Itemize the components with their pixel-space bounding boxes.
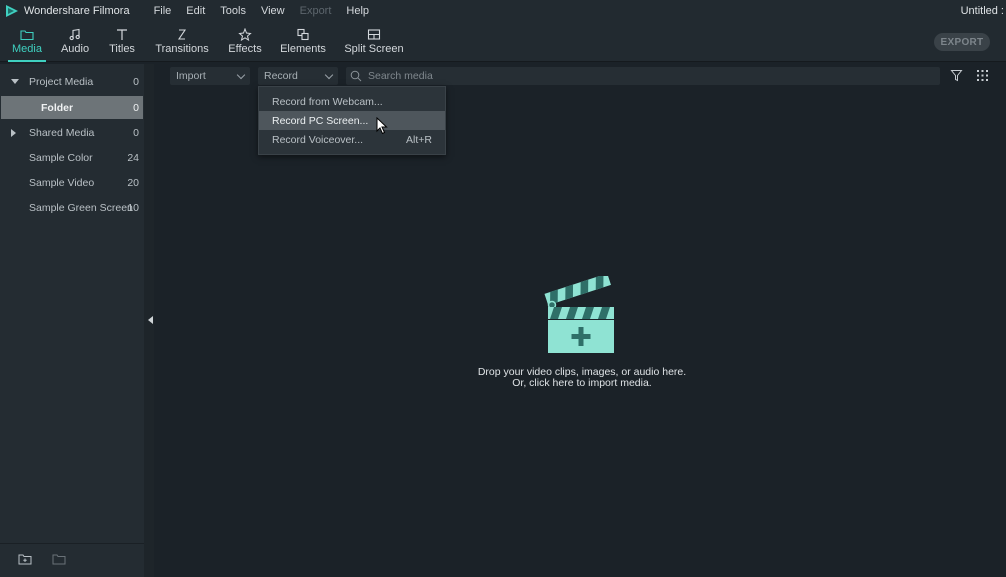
record-dropdown-menu: Record from Webcam... Record PC Screen..… <box>258 86 446 155</box>
sidebar-item-label: Folder <box>41 101 74 114</box>
sidebar-item-label: Sample Video <box>29 176 95 189</box>
sidebar-item-folder[interactable]: Folder 0 <box>1 96 143 119</box>
sidebar-item-label: Sample Green Screen <box>29 201 133 214</box>
empty-state-line-2[interactable]: Or, click here to import media. <box>158 377 1006 389</box>
sidebar-item-label: Sample Color <box>29 151 93 164</box>
expand-arrow-icon[interactable] <box>11 79 19 84</box>
menu-item-label: Record Voiceover... <box>272 133 364 146</box>
tab-transitions-label: Transitions <box>155 43 209 55</box>
sidebar-item-label: Shared Media <box>29 126 95 139</box>
menu-item-record-voiceover[interactable]: Record Voiceover... Alt+R <box>259 130 445 149</box>
menu-export: Export <box>299 5 332 17</box>
chevron-down-icon <box>324 70 334 80</box>
music-note-icon <box>69 28 80 41</box>
new-folder-icon[interactable] <box>18 553 32 565</box>
record-label: Record <box>264 70 298 82</box>
tab-effects-label: Effects <box>228 43 262 55</box>
search-box[interactable] <box>346 67 940 85</box>
tab-titles-label: Titles <box>109 43 135 55</box>
menu-bar: File Edit Tools View Export Help <box>154 5 384 17</box>
menu-help[interactable]: Help <box>346 5 369 17</box>
mouse-cursor-icon <box>376 117 388 135</box>
tab-audio-label: Audio <box>60 43 90 55</box>
media-drop-area[interactable]: Drop your video clips, images, or audio … <box>158 90 1006 577</box>
menu-edit[interactable]: Edit <box>186 5 205 17</box>
sidebar-item-count: 0 <box>133 75 139 88</box>
menu-item-label: Record PC Screen... <box>272 114 369 127</box>
title-bar: Wondershare Filmora File Edit Tools View… <box>0 0 1006 22</box>
active-tab-underline <box>8 60 46 62</box>
import-dropdown[interactable]: Import <box>170 67 250 85</box>
media-toolbar: Import Record <box>158 64 1006 88</box>
tab-elements-label: Elements <box>280 43 326 55</box>
document-title: Untitled : <box>960 5 1004 17</box>
sidebar-item-count: 24 <box>127 151 139 164</box>
menu-file[interactable]: File <box>154 5 172 17</box>
sidebar-item-sample-color[interactable]: Sample Color 24 <box>1 146 143 169</box>
collapse-arrow-icon[interactable] <box>11 128 16 137</box>
sidebar-item-shared-media[interactable]: Shared Media 0 <box>1 121 143 144</box>
delete-folder-icon[interactable] <box>52 553 66 565</box>
sidebar-item-label: Project Media <box>29 75 94 88</box>
grid-view-icon[interactable] <box>976 69 989 82</box>
sidebar-item-sample-video[interactable]: Sample Video 20 <box>1 171 143 194</box>
tab-effects[interactable]: Effects <box>228 22 262 62</box>
transition-icon <box>177 29 187 40</box>
sidebar-item-project-media[interactable]: Project Media 0 <box>1 70 143 93</box>
menu-item-record-webcam[interactable]: Record from Webcam... <box>259 92 445 111</box>
filter-icon[interactable] <box>950 69 963 82</box>
export-button[interactable]: EXPORT <box>934 33 990 51</box>
sidebar-item-sample-green-screen[interactable]: Sample Green Screen 10 <box>1 196 143 219</box>
tab-split-screen[interactable]: Split Screen <box>344 22 404 62</box>
clapperboard-add-icon <box>544 276 614 353</box>
sidebar-item-count: 20 <box>127 176 139 189</box>
chevron-down-icon <box>236 70 246 80</box>
sidebar-divider <box>0 543 144 544</box>
app-name: Wondershare Filmora <box>24 5 130 17</box>
search-icon <box>350 70 362 82</box>
media-library-sidebar: Project Media 0 Folder 0 Shared Media 0 … <box>0 64 154 577</box>
menu-view[interactable]: View <box>261 5 285 17</box>
sidebar-item-count: 0 <box>133 126 139 139</box>
tab-media-label: Media <box>12 43 42 55</box>
menu-item-shortcut: Alt+R <box>406 133 432 146</box>
menu-item-label: Record from Webcam... <box>272 95 383 108</box>
filmora-logo-icon <box>6 5 18 17</box>
folder-icon <box>20 30 34 41</box>
tab-audio[interactable]: Audio <box>60 22 90 62</box>
menu-item-record-pc-screen[interactable]: Record PC Screen... <box>259 111 445 130</box>
import-label: Import <box>176 70 206 82</box>
text-icon <box>117 29 127 40</box>
tab-split-screen-label: Split Screen <box>344 43 404 55</box>
module-toolbar: Media Audio Titles Transitions Effects E… <box>0 22 1006 62</box>
collapse-sidebar-icon[interactable] <box>148 316 153 324</box>
tab-media[interactable]: Media <box>8 22 46 62</box>
tab-elements[interactable]: Elements <box>280 22 326 62</box>
sidebar-item-count: 10 <box>127 201 139 214</box>
search-input[interactable] <box>368 70 928 82</box>
elements-icon <box>297 28 309 41</box>
effects-icon <box>238 28 252 41</box>
sidebar-item-count: 0 <box>133 101 139 114</box>
tab-transitions[interactable]: Transitions <box>155 22 209 62</box>
split-screen-icon <box>367 29 381 40</box>
tab-titles[interactable]: Titles <box>109 22 135 62</box>
menu-tools[interactable]: Tools <box>220 5 246 17</box>
record-dropdown[interactable]: Record <box>258 67 338 85</box>
